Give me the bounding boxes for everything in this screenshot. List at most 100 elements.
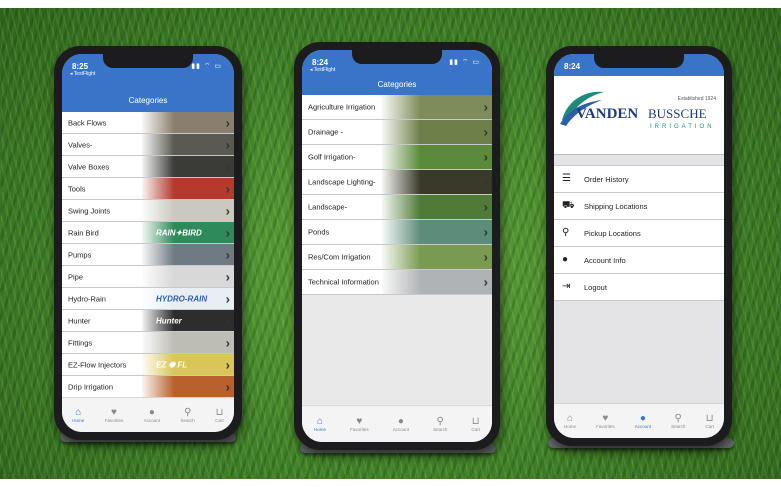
category-thumbnail — [382, 145, 492, 169]
category-row-hydro-rain[interactable]: Hydro-Rain HYDRO-RAIN › — [62, 288, 234, 310]
category-thumbnail — [382, 120, 492, 144]
logo-name-left: VANDEN — [576, 106, 639, 122]
tab-search[interactable]: ⚲ Search — [180, 398, 194, 432]
phone-screen: 8:25 ◂ TestFlight ▮▮ ⌔ ▭ Categories Back… — [62, 54, 234, 432]
tab-label: Cart — [705, 424, 714, 429]
category-row-valves[interactable]: Valves- › — [62, 134, 234, 156]
phone-screen: 8:24 ◂ TestFlight ▮▮ ⌔ ▭ Categories Agri… — [302, 50, 492, 442]
category-row-landscape[interactable]: Landscape- › — [302, 195, 492, 220]
phone-notch — [352, 50, 442, 64]
tab-label: Account — [392, 427, 409, 432]
logo-established: Established 1924 — [677, 96, 716, 102]
category-row-drainage[interactable]: Drainage - › — [302, 120, 492, 145]
tab-bar: ⌂ Home ♥ Favorites ● Account ⚲ Search ⊔ Cart — [62, 397, 234, 432]
tab-search[interactable]: ⚲ Search — [671, 404, 685, 438]
category-row-landscape-lighting[interactable]: Landscape Lighting- › — [302, 170, 492, 195]
chevron-right-icon: › — [483, 224, 488, 240]
menu-item-account-info[interactable]: ● Account Info — [554, 247, 724, 274]
category-row-pumps[interactable]: Pumps › — [62, 244, 234, 266]
tab-account[interactable]: ● Account — [635, 404, 651, 438]
tab-account[interactable]: ● Account — [144, 398, 160, 432]
category-row-drip-irrigation[interactable]: Drip Irrigation › — [62, 376, 234, 398]
chevron-right-icon: › — [225, 291, 230, 306]
tab-cart[interactable]: ⊔ Cart — [705, 404, 714, 438]
tab-label: Home — [564, 424, 577, 429]
brand-mark: RAIN✦BIRD — [156, 228, 202, 237]
user-icon: ● — [639, 413, 646, 424]
menu-item-label: Account Info — [584, 256, 626, 265]
chevron-right-icon: › — [225, 159, 230, 174]
cart-icon: ⊔ — [471, 416, 480, 427]
status-time: 8:24 — [564, 62, 581, 71]
tab-label: Cart — [471, 427, 480, 432]
home-icon: ⌂ — [567, 413, 574, 424]
tab-label: Account — [634, 424, 651, 429]
category-label: Back Flows — [68, 118, 107, 127]
menu-item-shipping-locations[interactable]: ⛟ Shipping Locations — [554, 193, 724, 220]
status-time: 8:24 — [312, 58, 329, 67]
category-row-technical-information[interactable]: Technical Information › — [302, 270, 492, 295]
category-label: Hydro-Rain — [68, 294, 106, 303]
category-label: Pipe — [68, 272, 84, 281]
category-row-swing-joints[interactable]: Swing Joints › — [62, 200, 234, 222]
back-to-testflight-link[interactable]: ◂ TestFlight — [70, 71, 95, 77]
category-row-hunter[interactable]: Hunter Hunter › — [62, 310, 234, 332]
tab-label: Home — [314, 427, 327, 432]
tab-favorites[interactable]: ♥ Favorites — [350, 406, 369, 442]
category-thumbnail — [382, 245, 492, 269]
category-label: Agriculture Irrigation — [308, 102, 376, 112]
tab-label: Account — [143, 418, 160, 423]
category-row-valve-boxes[interactable]: Valve Boxes › — [62, 156, 234, 178]
category-label: Technical Information — [308, 277, 379, 287]
top-border — [0, 0, 781, 8]
chevron-right-icon: › — [225, 115, 230, 130]
tab-home[interactable]: ⌂ Home — [72, 398, 84, 432]
chevron-right-icon: › — [225, 313, 230, 328]
user-icon: ● — [562, 254, 569, 265]
status-icons: ▮▮ ⌔ ▭ — [449, 59, 480, 66]
category-row-fittings[interactable]: Fittings › — [62, 332, 234, 354]
category-row-tools[interactable]: Tools › — [62, 178, 234, 200]
category-list: Agriculture Irrigation › Drainage - › Golf I… — [302, 95, 492, 295]
list-icon: ☰ — [562, 173, 571, 184]
category-row-golf-irrigation[interactable]: Golf Irrigation- › — [302, 145, 492, 170]
chevron-right-icon: › — [225, 181, 230, 196]
tab-bar: ⌂ Home ♥ Favorites ● Account ⚲ Search ⊔ Cart — [302, 405, 492, 442]
category-label: Landscape Lighting- — [308, 177, 376, 187]
category-row-pipe[interactable]: Pipe › — [62, 266, 234, 288]
tab-account[interactable]: ● Account — [393, 406, 409, 442]
tab-search[interactable]: ⚲ Search — [433, 406, 447, 442]
category-thumbnail — [382, 220, 492, 244]
chevron-right-icon: › — [225, 335, 230, 350]
page-title: Categories — [377, 80, 417, 89]
brand-logo: VANDEN BUSSCHE Established 1924 IRRIGATI… — [554, 76, 724, 155]
search-icon: ⚲ — [436, 416, 444, 427]
category-row-ponds[interactable]: Ponds › — [302, 220, 492, 245]
tab-home[interactable]: ⌂ Home — [314, 406, 326, 442]
category-label: Valves- — [68, 140, 93, 149]
menu-item-label: Logout — [584, 283, 607, 292]
menu-item-pickup-locations[interactable]: ⚲ Pickup Locations — [554, 220, 724, 247]
menu-item-logout[interactable]: ⇥ Logout — [554, 274, 724, 301]
tab-label: Cart — [215, 418, 224, 423]
tab-cart[interactable]: ⊔ Cart — [215, 398, 224, 432]
category-row-back-flows[interactable]: Back Flows › — [62, 112, 234, 134]
category-row-ez-flow-injectors[interactable]: EZ-Flow Injectors EZ ✺ FL › — [62, 354, 234, 376]
category-thumbnail — [142, 200, 234, 221]
category-thumbnail — [382, 270, 492, 294]
tab-label: Search — [671, 424, 686, 429]
tab-home[interactable]: ⌂ Home — [564, 404, 576, 438]
back-to-testflight-link[interactable]: ◂ TestFlight — [310, 67, 335, 73]
category-thumbnail — [142, 376, 234, 397]
tab-favorites[interactable]: ♥ Favorites — [596, 404, 615, 438]
menu-item-order-history[interactable]: ☰ Order History — [554, 166, 724, 193]
tab-favorites[interactable]: ♥ Favorites — [105, 398, 124, 432]
search-icon: ⚲ — [674, 413, 682, 424]
category-row-rain-bird[interactable]: Rain Bird RAIN✦BIRD › — [62, 222, 234, 244]
page-title: Categories — [128, 96, 168, 105]
tab-cart[interactable]: ⊔ Cart — [471, 406, 480, 442]
category-row-res-com-irrigation[interactable]: Res/Com Irrigation › — [302, 245, 492, 270]
category-row-agriculture-irrigation[interactable]: Agriculture Irrigation › — [302, 95, 492, 120]
category-thumbnail: EZ ✺ FL — [142, 354, 234, 375]
category-thumbnail: HYDRO-RAIN — [142, 288, 234, 309]
